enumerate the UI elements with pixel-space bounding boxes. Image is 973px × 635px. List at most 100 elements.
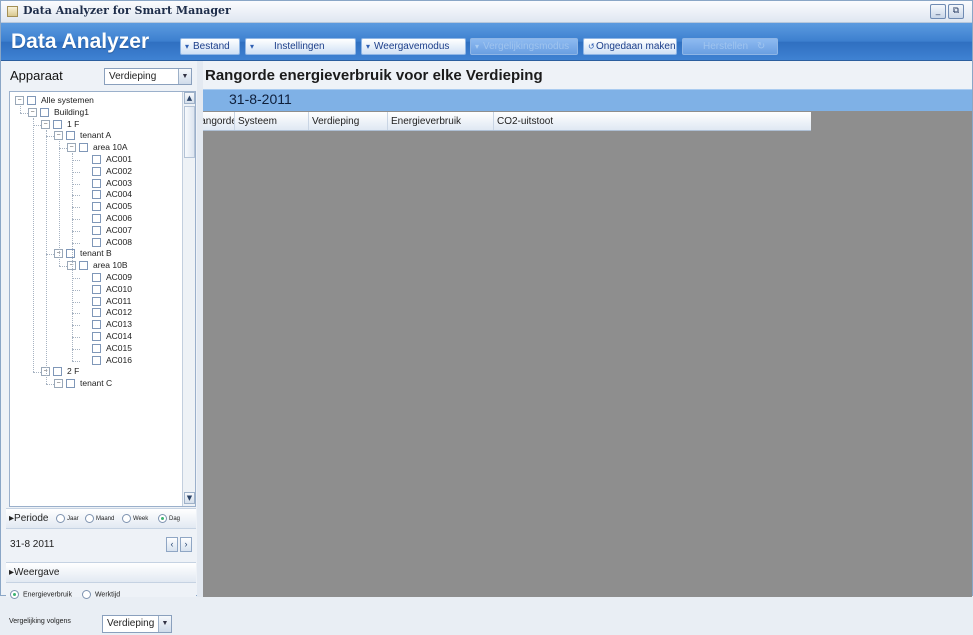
tree-node[interactable]: − Building1 [28,107,89,118]
apparaat-select[interactable]: Verdieping ▼ [104,68,192,85]
collapse-icon[interactable]: − [54,379,63,389]
column-rangorde[interactable]: Rangorde [203,112,235,130]
radio-icon[interactable] [56,514,65,523]
bestand-button[interactable]: ▾ Bestand [180,38,240,55]
checkbox-icon[interactable] [92,178,101,188]
tree-node[interactable]: − tenant B [54,248,112,259]
checkbox-icon[interactable] [92,166,101,176]
vergelijkingsmodus-button[interactable]: ▾ Vergelijkingsmodus [470,38,578,55]
weergavemodus-button[interactable]: ▾ Weergavemodus [361,38,466,55]
checkbox-icon[interactable] [92,202,101,212]
checkbox-icon[interactable] [92,308,101,318]
checkbox-icon[interactable] [79,261,88,271]
radio-selected-icon[interactable] [10,590,19,599]
system-tree[interactable]: ▲ ▼ − Alle systemen − Building1−1 F − tenant … [9,91,196,507]
tree-node[interactable]: AC015 [80,343,132,354]
periode-week-option[interactable]: Week [122,514,148,523]
collapse-icon[interactable]: − [67,143,76,153]
ongedaan-maken-button[interactable]: ↺ Ongedaan maken [583,38,677,55]
tree-node-label: AC001 [106,154,132,164]
tree-node[interactable]: − Alle systemen [15,95,94,106]
column-energieverbruik[interactable]: Energieverbruik [388,112,494,130]
tree-node-label: area 10B [93,260,128,271]
tree-node[interactable]: − area 10B [67,260,128,271]
menu-arrow-icon: ▾ [475,42,480,51]
collapse-icon[interactable]: − [28,107,37,117]
tree-connector-line [72,207,80,209]
header-bar: Data Analyzer ▾ Bestand ▾ Instellingen ▾… [1,23,972,61]
tree-node[interactable]: AC008 [80,237,132,248]
tree-node[interactable]: AC006 [80,213,132,224]
checkbox-icon[interactable] [92,155,101,164]
tree-node[interactable]: AC013 [80,319,132,330]
tree-node-label: tenant B [80,248,112,259]
checkbox-icon[interactable] [79,143,88,153]
tree-connector-line [20,112,28,114]
checkbox-icon[interactable] [92,320,101,330]
tree-node[interactable]: − 1 F [41,119,79,130]
werktijd-option[interactable]: Werktijd [82,590,120,599]
checkbox-icon[interactable] [92,284,101,294]
tree-scrollbar[interactable]: ▲ ▼ [182,92,195,506]
tree-node[interactable]: AC002 [80,166,132,177]
checkbox-icon[interactable] [66,249,75,259]
tree-node[interactable]: − tenant A [54,130,111,141]
radio-icon[interactable] [85,514,94,523]
restore-button[interactable]: ⧉ [948,4,964,19]
tree-node[interactable]: AC011 [80,296,131,307]
column-co2-uitstoot[interactable]: CO2-uitstoot [494,112,811,130]
column-verdieping[interactable]: Verdieping [309,112,388,130]
tree-node[interactable]: − tenant C [54,378,112,389]
collapse-icon[interactable]: − [54,131,63,141]
radio-icon[interactable] [82,590,91,599]
tree-node-label: AC008 [106,236,132,247]
radio-selected-icon[interactable] [158,514,167,523]
checkbox-icon[interactable] [92,190,101,200]
chevron-down-icon[interactable]: ▼ [178,69,191,84]
checkbox-icon[interactable] [92,225,101,235]
checkbox-icon[interactable] [92,237,101,247]
minimize-button[interactable]: _ [930,4,946,19]
radio-icon[interactable] [122,514,131,523]
checkbox-icon[interactable] [53,367,62,377]
column-systeem[interactable]: Systeem [235,112,309,130]
checkbox-icon[interactable] [66,379,75,389]
collapse-icon[interactable]: − [15,96,24,105]
herstellen-button[interactable]: Herstellen ↻ [682,38,778,55]
tree-node[interactable]: AC007 [80,225,132,236]
vergelijking-select[interactable]: Verdieping ▼ [102,615,172,633]
tree-node[interactable]: AC001 [80,154,132,165]
scroll-up-icon[interactable]: ▲ [184,92,195,104]
prev-date-button[interactable]: ‹ [166,537,178,552]
scroll-down-icon[interactable]: ▼ [184,492,195,504]
checkbox-icon[interactable] [92,355,101,365]
tree-node[interactable]: AC009 [80,272,132,283]
checkbox-icon[interactable] [40,107,49,117]
tree-node[interactable]: AC003 [80,178,132,189]
next-date-button[interactable]: › [180,537,192,552]
energieverbruik-option[interactable]: Energieverbruik [10,590,72,599]
instellingen-button[interactable]: ▾ Instellingen [245,38,356,55]
checkbox-icon[interactable] [92,343,101,353]
tree-node[interactable]: AC016 [80,355,132,366]
checkbox-icon[interactable] [53,119,62,129]
tree-node[interactable]: AC005 [80,201,132,212]
report-title: Rangorde energieverbruik voor elke Verdi… [205,67,543,84]
checkbox-icon[interactable] [66,131,75,141]
periode-dag-option[interactable]: Dag [158,514,180,523]
checkbox-icon[interactable] [92,214,101,223]
tree-node[interactable]: AC010 [80,284,132,295]
tree-node[interactable]: AC014 [80,331,132,342]
scroll-thumb[interactable] [184,106,195,158]
chevron-down-icon[interactable]: ▼ [158,616,171,632]
checkbox-icon[interactable] [27,96,36,105]
tree-node[interactable]: AC004 [80,189,132,200]
checkbox-icon[interactable] [92,332,101,341]
tree-node[interactable]: − area 10A [67,142,128,153]
periode-jaar-option[interactable]: Jaar [56,514,79,523]
collapse-icon[interactable]: − [41,119,50,129]
checkbox-icon[interactable] [92,296,101,306]
checkbox-icon[interactable] [92,273,101,282]
tree-node[interactable]: AC012 [80,307,132,318]
periode-maand-option[interactable]: Maand [85,514,114,523]
